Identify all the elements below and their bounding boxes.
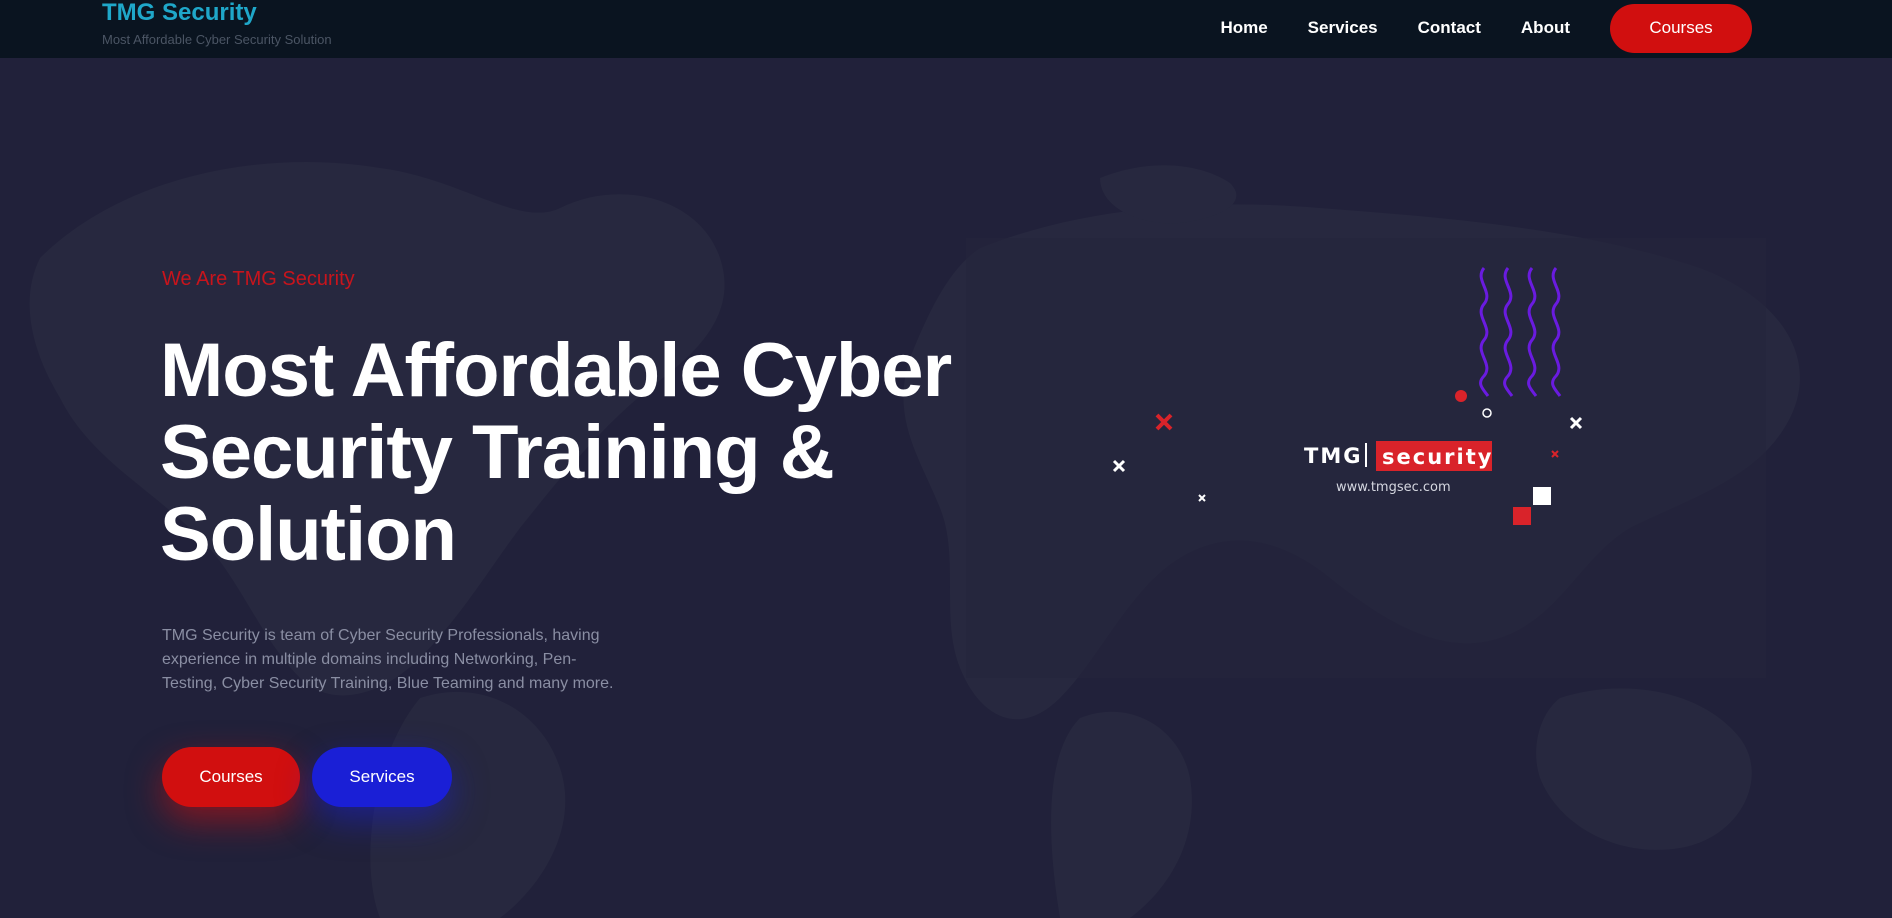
hero-buttons: Courses Services (162, 747, 452, 807)
main-nav: Home Services Contact About Courses (1220, 3, 1752, 53)
white-cross-icon-right (1569, 416, 1583, 430)
brand[interactable]: TMG Security Most Affordable Cyber Secur… (102, 0, 332, 47)
red-square-icon (1513, 507, 1531, 525)
hero-title: Most Affordable Cyber Security Training … (160, 330, 980, 576)
site-header: TMG Security Most Affordable Cyber Secur… (0, 0, 1892, 58)
white-cross-icon (1112, 459, 1126, 473)
services-button[interactable]: Services (312, 747, 452, 807)
tmg-security-logo: TMG security www.tmgsec.com (1112, 267, 1583, 525)
brand-tagline: Most Affordable Cyber Security Solution (102, 32, 332, 47)
hero-title-line: Solution (160, 492, 457, 577)
logo-word-right: security (1382, 445, 1493, 469)
red-cross-icon (1155, 413, 1173, 431)
logo-word-left: TMG (1304, 444, 1362, 468)
hero-title-line: Security Training & (160, 410, 835, 495)
wave-lines-icon (1479, 267, 1562, 397)
hero-kicker: We Are TMG Security (162, 268, 355, 290)
red-dot-icon (1455, 390, 1467, 402)
logo-url: www.tmgsec.com (1336, 480, 1451, 495)
small-cross-icon (1198, 494, 1206, 502)
tiny-red-cross-icon (1551, 450, 1559, 458)
hero-title-line: Most Affordable Cyber (160, 328, 952, 413)
hero-description: TMG Security is team of Cyber Security P… (162, 627, 614, 692)
nav-about[interactable]: About (1521, 3, 1570, 53)
nav-courses-button[interactable]: Courses (1610, 3, 1752, 53)
nav-home[interactable]: Home (1220, 3, 1267, 53)
ring-icon (1482, 408, 1492, 418)
white-square-icon (1533, 487, 1551, 505)
nav-contact[interactable]: Contact (1418, 3, 1481, 53)
courses-button[interactable]: Courses (162, 747, 300, 807)
brand-title[interactable]: TMG Security (102, 0, 332, 26)
nav-services[interactable]: Services (1308, 3, 1378, 53)
